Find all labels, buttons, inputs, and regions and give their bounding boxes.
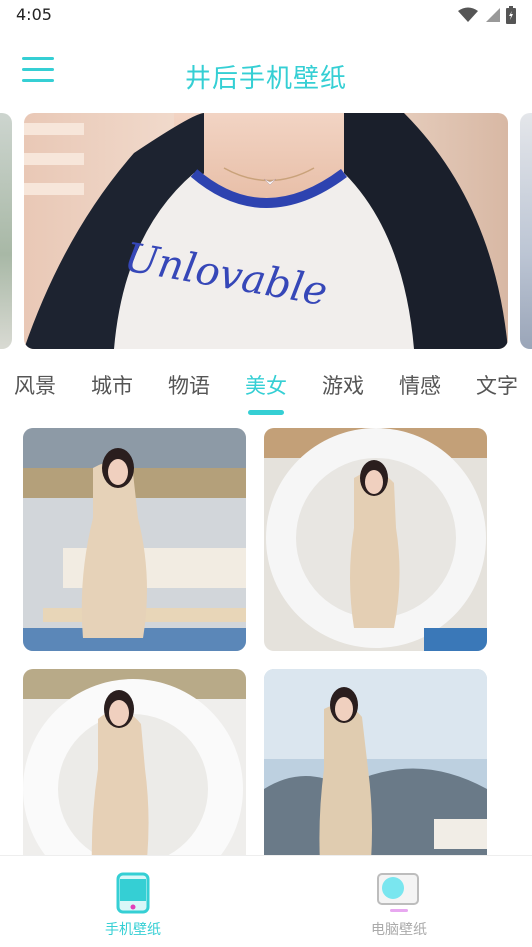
status-icons	[458, 6, 516, 24]
app-title: 井后手机壁纸	[184, 64, 347, 94]
nav-phone-wallpaper[interactable]: 手机壁纸	[0, 856, 266, 947]
tab-game[interactable]: 游戏	[322, 370, 364, 400]
tab-city[interactable]: 城市	[91, 370, 133, 400]
bottom-nav: 手机壁纸 电脑壁纸	[0, 855, 532, 947]
wallpaper-card[interactable]	[23, 428, 246, 651]
category-tabs: 风景 城市 物语 美女 游戏 情感 文字	[0, 366, 532, 418]
app-bar: 井后手机壁纸	[0, 40, 532, 104]
banner-image: Unlovable	[24, 113, 508, 349]
wifi-icon	[458, 7, 478, 22]
monitor-icon	[377, 873, 419, 912]
active-tab-indicator	[248, 410, 284, 415]
phone-icon	[116, 872, 150, 914]
nav-pc-wallpaper[interactable]: 电脑壁纸	[266, 856, 532, 947]
banner-slide-current[interactable]: Unlovable	[24, 113, 508, 349]
tab-emotion[interactable]: 情感	[399, 370, 441, 400]
banner-slide-prev[interactable]	[0, 113, 12, 349]
status-bar: 4:05	[0, 0, 532, 30]
tab-text[interactable]: 文字	[476, 370, 518, 400]
tab-beauty[interactable]: 美女	[245, 370, 287, 400]
signal-icon	[486, 8, 500, 22]
banner-carousel[interactable]: Unlovable	[0, 113, 532, 349]
tab-story[interactable]: 物语	[168, 370, 210, 400]
wallpaper-card[interactable]	[264, 428, 487, 651]
wallpaper-thumbnail	[23, 428, 246, 651]
nav-label: 手机壁纸	[105, 922, 161, 938]
banner-slide-next[interactable]	[520, 113, 532, 349]
wallpaper-thumbnail	[264, 428, 487, 651]
battery-icon	[506, 6, 516, 24]
status-time: 4:05	[16, 5, 52, 24]
nav-label: 电脑壁纸	[371, 922, 427, 938]
tab-landscape[interactable]: 风景	[14, 370, 56, 400]
